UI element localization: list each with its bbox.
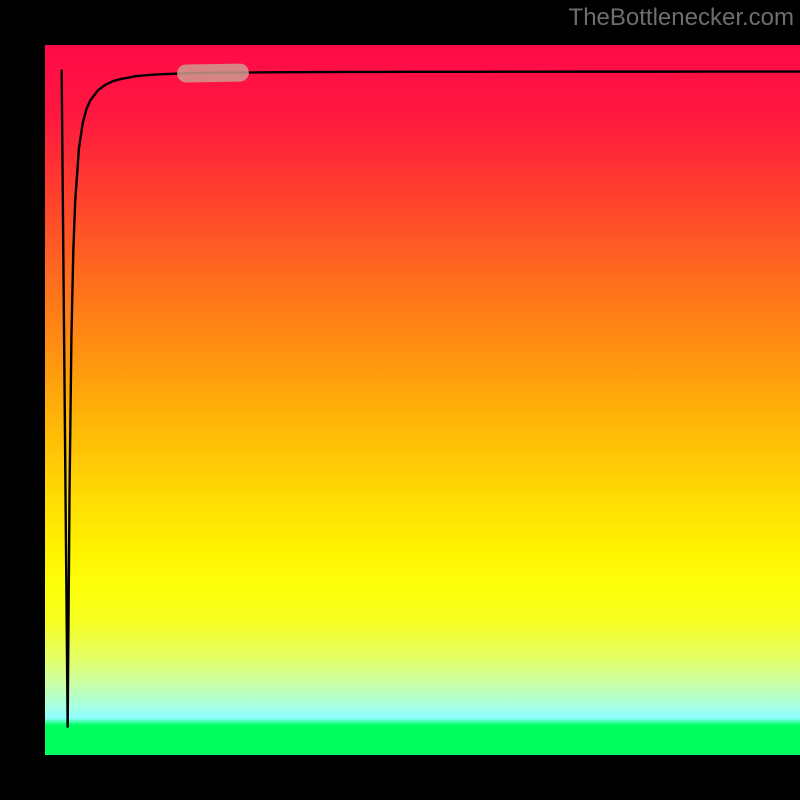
curve-layer (45, 45, 800, 755)
bottleneck-curve (68, 72, 800, 727)
bottleneck-curve-start (62, 71, 68, 727)
curve-highlight (177, 63, 249, 82)
chart-stage: TheBottlenecker.com (0, 0, 800, 800)
plot-area (45, 45, 800, 755)
watermark-text: TheBottlenecker.com (569, 4, 794, 32)
